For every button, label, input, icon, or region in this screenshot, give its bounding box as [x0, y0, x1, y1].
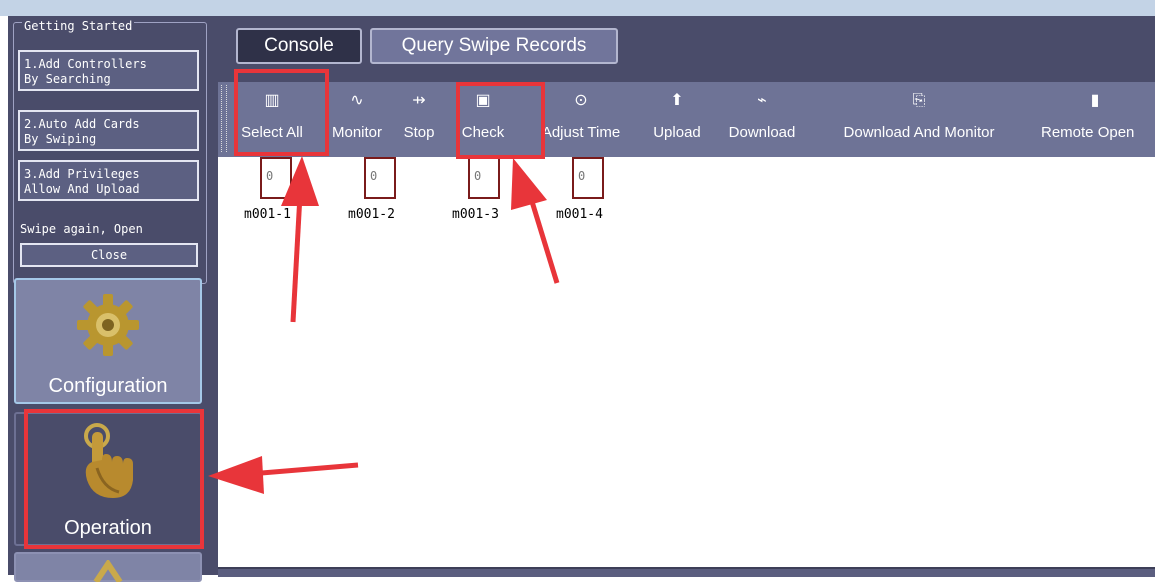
hand-pointer-icon	[73, 422, 143, 508]
upload-button[interactable]: ⬆ Upload	[642, 82, 712, 157]
monitor-button[interactable]: ∿ Monitor	[318, 82, 396, 157]
door-open-icon: ▮	[1090, 92, 1100, 109]
adjust-time-button[interactable]: ⊙ Adjust Time	[526, 82, 636, 157]
step-add-controllers-button[interactable]: 1.Add Controllers By Searching	[18, 50, 199, 91]
clock-icon: ⊙	[574, 92, 588, 109]
door-list-area: 0 m001-1 0 m001-2 0 m001-3 0 m001-4	[218, 157, 1155, 567]
stop-label: Stop	[403, 124, 435, 141]
download-label: Download	[728, 124, 796, 141]
door-name: m001-1	[244, 207, 291, 222]
step-auto-add-cards-button[interactable]: 2.Auto Add Cards By Swiping	[18, 110, 199, 151]
tab-console[interactable]: Console	[236, 28, 362, 64]
step-add-privileges-button[interactable]: 3.Add Privileges Allow And Upload	[18, 160, 199, 201]
door-status-value: 0	[266, 169, 274, 183]
nav-operation[interactable]: Operation	[14, 412, 202, 546]
tab-query-swipe-records[interactable]: Query Swipe Records	[370, 28, 618, 64]
check-button[interactable]: ▣ Check	[443, 82, 523, 157]
stop-icon: ⇸	[412, 92, 426, 109]
monitor-label: Monitor	[331, 124, 383, 141]
getting-started-title: Getting Started	[22, 19, 135, 33]
remote-open-button[interactable]: ▮ Remote Open	[1035, 82, 1155, 157]
operation-label: Operation	[64, 517, 152, 539]
door-status-value: 0	[474, 169, 482, 183]
close-button[interactable]: Close	[20, 243, 198, 267]
nav-tools[interactable]	[14, 552, 202, 584]
nav-configuration[interactable]: Configuration	[14, 278, 202, 404]
gear-icon	[75, 292, 141, 364]
toolbar-grip-handle[interactable]	[221, 85, 227, 152]
adjust-time-label: Adjust Time	[541, 124, 621, 141]
upload-label: Upload	[653, 124, 701, 141]
stop-button[interactable]: ⇸ Stop	[398, 82, 440, 157]
door-name: m001-2	[348, 207, 395, 222]
door-icon	[364, 157, 396, 199]
door-status-value: 0	[578, 169, 586, 183]
door-name: m001-4	[556, 207, 603, 222]
select-all-label: Select All	[241, 124, 303, 141]
monitor-icon: ∿	[350, 92, 364, 109]
door-icon	[572, 157, 604, 199]
download-and-monitor-button[interactable]: ⎘ Download And Monitor	[812, 82, 1026, 157]
bottom-scrollbar[interactable]	[218, 567, 1155, 577]
tools-icon	[88, 558, 128, 588]
check-label: Check	[461, 124, 505, 141]
configuration-label: Configuration	[48, 375, 168, 397]
select-all-icon: ▥	[264, 92, 280, 109]
download-button[interactable]: ⌁ Download	[718, 82, 806, 157]
door-icon	[468, 157, 500, 199]
check-icon: ▣	[475, 92, 491, 109]
door-icon	[260, 157, 292, 199]
download-and-monitor-label: Download And Monitor	[843, 124, 995, 141]
door-status-value: 0	[370, 169, 378, 183]
left-sidebar: Getting Started 1.Add Controllers By Sea…	[8, 16, 210, 584]
window-title-strip	[0, 0, 1155, 16]
remote-open-label: Remote Open	[1041, 124, 1135, 141]
getting-started-group: Getting Started 1.Add Controllers By Sea…	[13, 19, 207, 284]
upload-arrow-icon: ⬆	[670, 92, 684, 109]
select-all-button[interactable]: ▥ Select All	[232, 82, 312, 157]
door-name: m001-3	[452, 207, 499, 222]
download-monitor-icon: ⎘	[912, 92, 926, 109]
toolbar: ▥ Select All ∿ Monitor ⇸ Stop ▣ Check ⊙ …	[218, 82, 1155, 157]
download-icon: ⌁	[757, 92, 767, 109]
swipe-again-text: Swipe again, Open	[20, 222, 143, 236]
main-area: Console Query Swipe Records ▥ Select All…	[210, 16, 1155, 577]
